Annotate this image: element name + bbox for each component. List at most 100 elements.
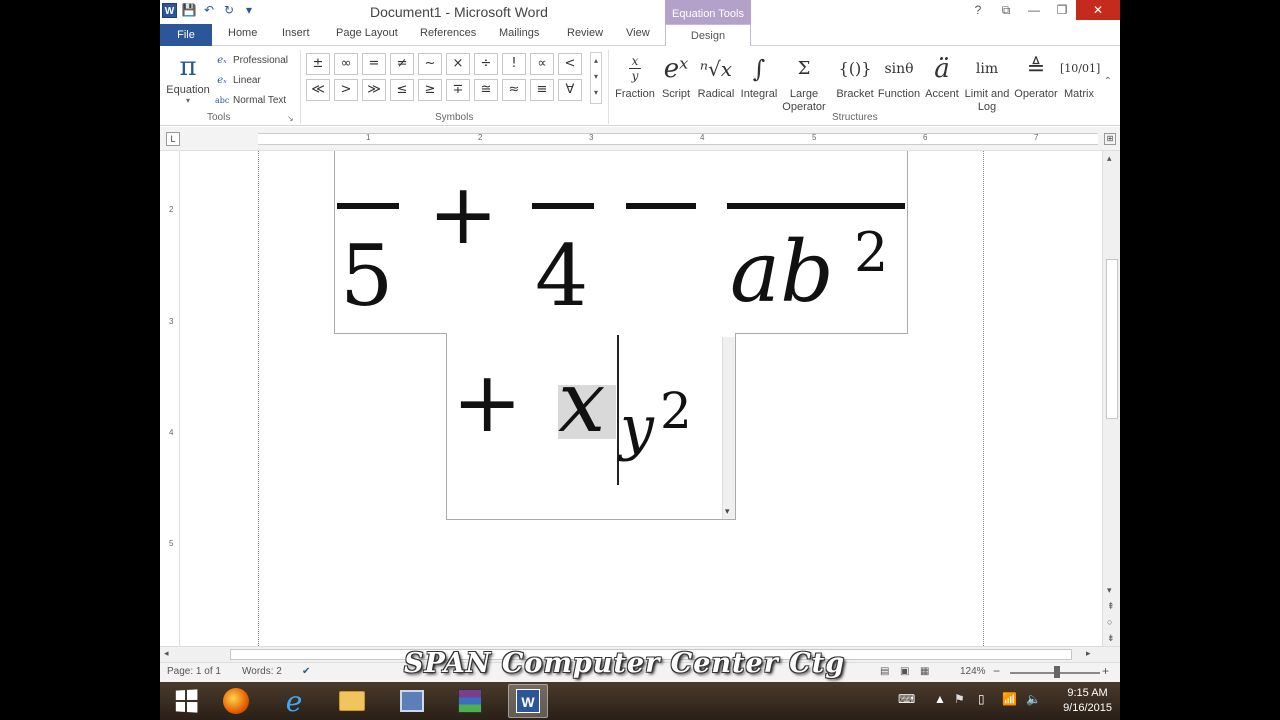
volume-icon[interactable]: 🔈 [1026,692,1041,706]
browse-object-icon[interactable]: ○ [1107,617,1112,627]
tab-references[interactable]: References [420,27,476,39]
symbol-divide[interactable]: ÷ [474,53,498,75]
scroll-left-icon[interactable]: ◂ [164,648,169,659]
symbol-proportional[interactable]: ∝ [530,53,554,75]
symbol-infinity[interactable]: ∞ [334,53,358,75]
proofing-icon[interactable]: ✔ [302,666,310,677]
symbol-equals[interactable]: = [362,53,386,75]
media-player-icon[interactable] [392,684,432,718]
symbol-greater-than[interactable]: > [334,79,358,101]
document-area[interactable]: 2 3 4 5 ▾ 5 + 4 − ab 2 + x y 2 ▴ ▾ ⇞ ○ ⇟ [160,149,1120,648]
symbol-factorial[interactable]: ! [502,53,526,75]
superscript-2[interactable]: 2 [660,383,692,439]
symbol-much-greater[interactable]: ≫ [362,79,386,101]
zoom-slider-thumb[interactable] [1054,666,1060,678]
symbol-times[interactable]: × [446,53,470,75]
zoom-out-button[interactable]: − [993,664,1000,678]
show-hidden-icons[interactable]: ▲ [934,692,946,706]
fraction-3-exponent[interactable]: 2 [854,223,888,283]
plus-operator[interactable]: + [428,169,498,259]
print-layout-icon[interactable]: ▣ [900,666,909,677]
web-layout-icon[interactable]: ▦ [920,666,929,677]
file-explorer-icon[interactable] [332,684,372,718]
save-icon[interactable]: 💾 [181,2,197,18]
next-page-icon[interactable]: ⇟ [1107,633,1115,644]
symbol-minus-plus[interactable]: ∓ [446,79,470,101]
symbol-greater-equal[interactable]: ≥ [418,79,442,101]
symbol-for-all[interactable]: ∀ [558,79,582,101]
word-logo-icon[interactable]: W [162,2,177,18]
plus-operator-2[interactable]: + [452,357,522,447]
subscript-y[interactable]: y [620,395,654,461]
battery-icon[interactable]: ▯ [978,692,985,706]
chevron-down-icon[interactable]: ▾ [725,506,730,517]
tab-design[interactable]: Design [665,24,751,47]
zoom-level[interactable]: 124% [960,666,986,677]
fraction-2-denominator[interactable]: 4 [535,231,588,321]
tab-mailings[interactable]: Mailings [499,27,539,39]
limit-and-log-button[interactable]: lim Limit and Log [962,50,1012,114]
symbol-tilde[interactable]: ~ [418,53,442,75]
symbol-approx-equal[interactable]: ≅ [474,79,498,101]
vertical-ruler[interactable]: 2 3 4 5 [166,151,180,648]
variable-x[interactable]: x [558,357,605,447]
ribbon-display-button[interactable]: ⧉ [992,0,1020,20]
matrix-button[interactable]: [10/01] Matrix [1060,50,1100,101]
fraction-1-denominator[interactable]: 5 [340,231,393,321]
normal-text-button[interactable]: abc Normal Text [215,90,288,110]
zoom-in-button[interactable]: + [1102,664,1109,678]
dialog-launcher-icon[interactable]: ↘ [287,114,294,123]
page-count[interactable]: Page: 1 of 1 [167,666,221,677]
redo-icon[interactable]: ↻ [221,2,237,18]
winrar-icon[interactable] [450,684,490,718]
radical-button[interactable]: ⁿ√x Radical [696,50,736,101]
word-taskbar-icon[interactable]: W [508,684,548,718]
symbol-identical[interactable]: ≡ [530,79,554,101]
fraction-button[interactable]: xy Fraction [614,50,656,101]
word-count[interactable]: Words: 2 [242,666,282,677]
symbols-scroll[interactable]: ▴ ▾ ▾ [590,52,602,104]
tab-selector[interactable]: L [166,132,180,146]
view-ruler-icon[interactable]: ⊞ [1104,133,1116,145]
equation-button[interactable]: π Equation ▾ [166,50,210,105]
clock[interactable]: 9:15 AM 9/16/2015 [1063,686,1112,716]
symbol-less-than[interactable]: < [558,53,582,75]
large-operator-button[interactable]: Σ Large Operator [778,50,830,114]
operator-button[interactable]: ≜ Operator [1012,50,1060,101]
accent-button[interactable]: ä Accent [924,50,960,101]
chevron-down-icon[interactable]: ▾ [591,69,601,85]
scroll-right-icon[interactable]: ▸ [1086,648,1091,659]
scroll-thumb[interactable] [1106,259,1118,419]
internet-explorer-icon[interactable]: e [274,684,314,718]
symbol-not-equal[interactable]: ≠ [390,53,414,75]
minimize-button[interactable]: — [1020,0,1048,20]
symbol-much-less[interactable]: ≪ [306,79,330,101]
tab-view[interactable]: View [626,27,650,39]
read-mode-icon[interactable]: ▤ [880,666,889,677]
network-icon[interactable]: 📶 [1002,692,1017,706]
scroll-up-icon[interactable]: ▴ [1107,153,1112,164]
start-button[interactable] [166,684,206,718]
function-button[interactable]: sinθ Function [876,50,922,101]
firefox-icon[interactable] [216,684,256,718]
scroll-down-icon[interactable]: ▾ [1107,585,1112,596]
help-button[interactable]: ? [964,0,992,20]
professional-button[interactable]: eₓ Professional [215,50,288,70]
horizontal-ruler[interactable]: 1 2 3 4 5 6 7 [258,133,1098,145]
vertical-scrollbar[interactable]: ▴ ▾ ⇞ ○ ⇟ [1102,151,1120,648]
close-button[interactable]: ✕ [1076,0,1120,20]
keyboard-icon[interactable]: ⌨ [898,692,915,706]
integral-button[interactable]: ∫ Integral [738,50,780,101]
linear-button[interactable]: eₓ Linear [215,70,288,90]
tab-file[interactable]: File [160,24,212,46]
tab-review[interactable]: Review [567,27,603,39]
tab-page-layout[interactable]: Page Layout [336,27,398,39]
minus-operator[interactable]: − [760,149,768,160]
undo-icon[interactable]: ↶ [201,2,217,18]
symbol-less-equal[interactable]: ≤ [390,79,414,101]
collapse-ribbon-icon[interactable]: ⌃ [1104,76,1112,87]
symbol-plus-minus[interactable]: ± [306,53,330,75]
action-center-icon[interactable]: ⚑ [954,692,965,706]
tab-home[interactable]: Home [228,27,257,39]
previous-page-icon[interactable]: ⇞ [1107,601,1115,612]
